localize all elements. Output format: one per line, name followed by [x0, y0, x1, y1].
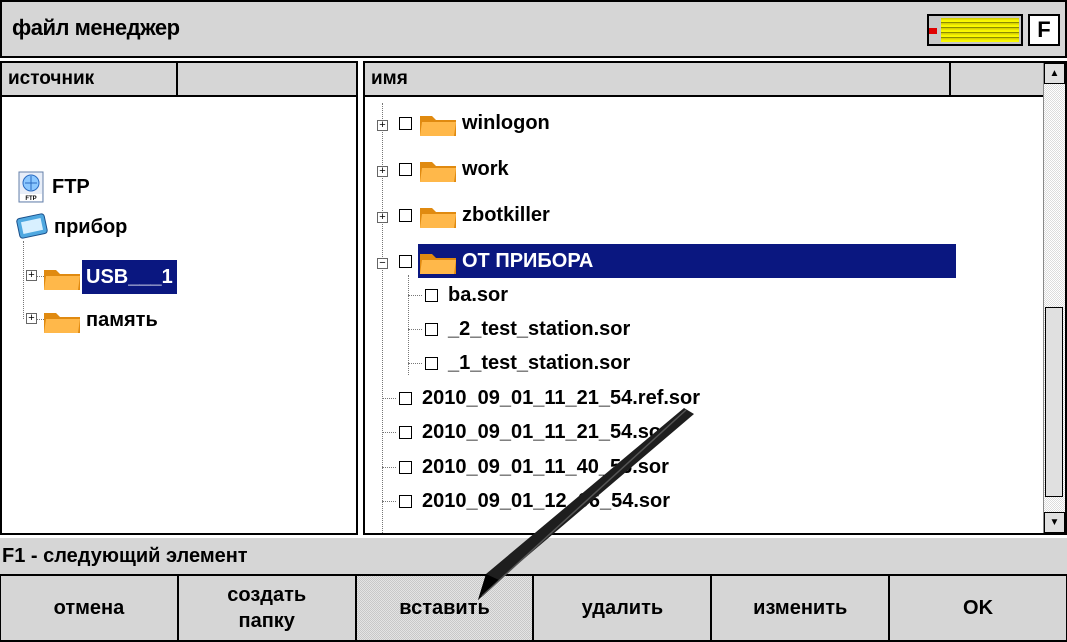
folder-icon [420, 208, 456, 228]
source-label: USB___1 [82, 260, 177, 294]
file-row[interactable]: 2010_09_01_11_40_56.sor [399, 450, 673, 484]
folder-row[interactable]: winlogon [399, 106, 554, 140]
file-label: 2010_09_01_12_06_54.sor [422, 490, 671, 512]
source-label: прибор [54, 216, 128, 238]
source-pane: источник FTP FTP прибор + USB___1 + памя… [0, 61, 358, 535]
expand-icon[interactable]: + [377, 166, 388, 177]
svg-text:FTP: FTP [25, 196, 36, 202]
folder-icon [420, 254, 456, 274]
column-header-blank [178, 63, 356, 97]
file-label: _2_test_station.sor [448, 318, 631, 340]
expand-icon[interactable]: + [377, 120, 388, 131]
folder-icon [420, 162, 456, 182]
scroll-thumb[interactable] [1045, 307, 1063, 497]
battery-icon [927, 14, 1023, 46]
checkbox[interactable] [399, 391, 412, 405]
file-row[interactable]: 2010_09_01_12_06_54.sor [399, 484, 674, 518]
scroll-down-icon[interactable]: ▼ [1044, 512, 1065, 533]
cancel-button[interactable]: отмена [0, 574, 178, 642]
source-item-ftp[interactable]: FTP FTP [16, 170, 94, 204]
column-header-blank [951, 63, 1047, 97]
checkbox[interactable] [425, 322, 438, 336]
vertical-scrollbar[interactable]: ▲ ▼ [1043, 63, 1065, 533]
file-label: 2010_09_01_11_21_54.ref.sor [422, 387, 701, 409]
file-label: 2010_09_01_11_40_56.sor [422, 456, 669, 478]
folder-label: zbotkiller [462, 204, 550, 226]
status-hint: F1 - следующий элемент [0, 538, 1067, 574]
checkbox[interactable] [399, 494, 412, 508]
collapse-icon[interactable]: − [377, 258, 388, 269]
file-row[interactable]: 2010_09_01_11_21_54.sor [399, 415, 673, 449]
folder-label: winlogon [462, 112, 550, 134]
folder-label: work [462, 158, 509, 180]
source-item-usb[interactable]: USB___1 [42, 260, 177, 294]
checkbox[interactable] [399, 208, 412, 222]
file-label: 2010_09_01_11_21_54.sor [422, 421, 669, 443]
f-key-indicator[interactable]: F [1028, 14, 1060, 46]
folder-row[interactable]: zbotkiller [399, 198, 554, 232]
file-row[interactable]: _2_test_station.sor [425, 312, 634, 346]
checkbox[interactable] [399, 162, 412, 176]
file-row[interactable]: _1_test_station.sor [425, 346, 634, 380]
folder-icon [44, 313, 80, 333]
source-item-device[interactable]: прибор [16, 210, 131, 244]
file-label: ba.sor [448, 284, 509, 306]
window-title: файл менеджер [12, 15, 180, 40]
folder-row-selected[interactable]: ОТ ПРИБОРА [399, 244, 956, 278]
file-row[interactable]: 2010_09_01_11_21_54.ref.sor [399, 381, 704, 415]
paste-button[interactable]: вставить [355, 574, 534, 642]
source-label: память [86, 309, 158, 331]
folder-row[interactable]: work [399, 152, 513, 186]
expand-icon[interactable]: + [377, 212, 388, 223]
device-icon [16, 213, 48, 239]
source-item-memory[interactable]: память [42, 303, 162, 337]
folder-label: ОТ ПРИБОРА [462, 250, 594, 272]
file-pane: имя + winlogon + work + zbotkiller − ОТ … [363, 61, 1067, 535]
delete-button[interactable]: удалить [533, 574, 712, 642]
column-header-source[interactable]: источник [2, 63, 178, 97]
file-row[interactable]: ba.sor [425, 278, 512, 312]
scroll-up-icon[interactable]: ▲ [1044, 63, 1065, 84]
button-bar: отмена создать папку вставить удалить из… [0, 574, 1067, 642]
ftp-icon: FTP [18, 171, 44, 203]
checkbox[interactable] [425, 288, 438, 302]
title-bar: файл менеджер F [0, 0, 1067, 58]
create-folder-button[interactable]: создать папку [177, 574, 356, 642]
checkbox[interactable] [399, 425, 412, 439]
edit-button[interactable]: изменить [711, 574, 890, 642]
checkbox[interactable] [425, 356, 438, 370]
folder-icon [44, 270, 80, 290]
source-label: FTP [52, 176, 90, 198]
expand-icon[interactable]: + [26, 313, 37, 324]
checkbox[interactable] [399, 116, 412, 130]
column-header-name[interactable]: имя [365, 63, 951, 97]
expand-icon[interactable]: + [26, 270, 37, 281]
ok-button[interactable]: OK [889, 574, 1067, 642]
checkbox[interactable] [399, 460, 412, 474]
file-label: _1_test_station.sor [448, 352, 631, 374]
folder-icon [420, 116, 456, 136]
checkbox[interactable] [399, 254, 412, 268]
